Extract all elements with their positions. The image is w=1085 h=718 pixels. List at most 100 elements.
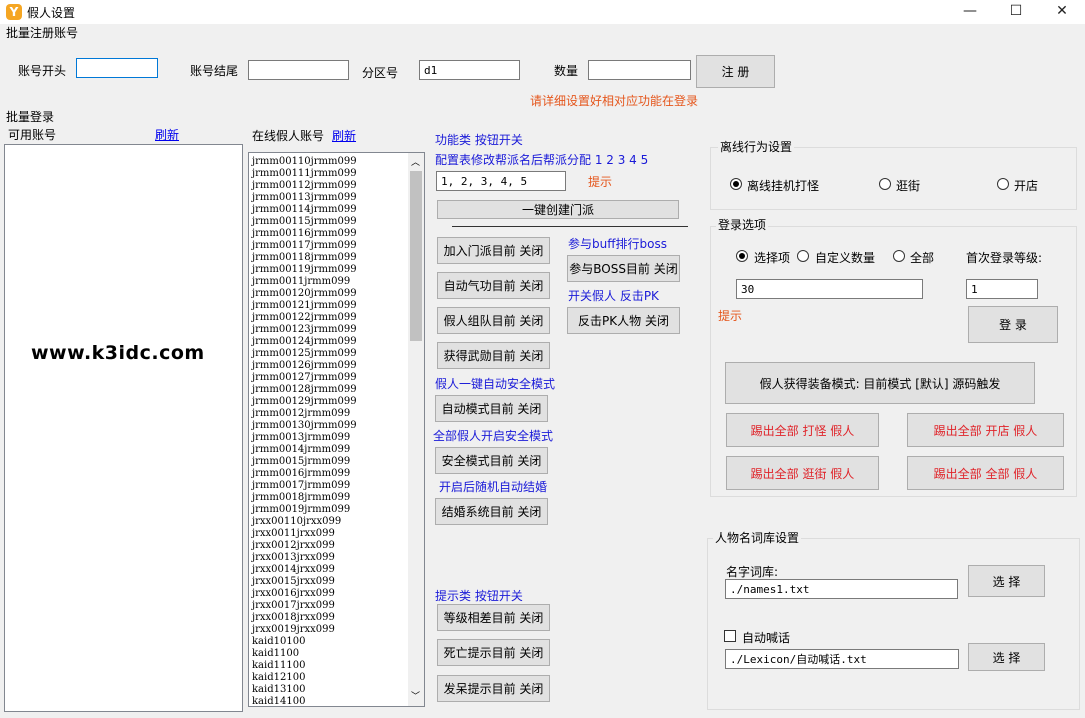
choose-shout-button[interactable]: 选 择: [968, 643, 1045, 671]
online-account-item[interactable]: jrmm00121jrmm099: [252, 300, 357, 312]
online-account-item[interactable]: jrmm00119jrmm099: [252, 264, 357, 276]
boss-button[interactable]: 参与BOSS目前 关闭: [567, 255, 680, 282]
online-account-item[interactable]: jrxx0013jrxx099: [252, 552, 357, 564]
config-input[interactable]: [436, 171, 566, 191]
online-account-item[interactable]: jrmm0015jrmm099: [252, 456, 357, 468]
online-account-item[interactable]: jrmm00129jrmm099: [252, 396, 357, 408]
team-button[interactable]: 假人组队目前 关闭: [437, 307, 550, 334]
death-tip-button[interactable]: 死亡提示目前 关闭: [437, 639, 550, 666]
online-account-item[interactable]: jrxx0017jrxx099: [252, 600, 357, 612]
online-account-item[interactable]: kaid10100: [252, 636, 357, 648]
count-input[interactable]: [588, 60, 691, 80]
online-account-item[interactable]: jrxx00110jrxx099: [252, 516, 357, 528]
available-refresh-link[interactable]: 刷新: [155, 126, 179, 143]
online-account-item[interactable]: jrmm00120jrmm099: [252, 288, 357, 300]
online-account-item[interactable]: jrmm00128jrmm099: [252, 384, 357, 396]
online-account-item[interactable]: jrmm00126jrmm099: [252, 360, 357, 372]
choose-name-lib-button[interactable]: 选 择: [968, 565, 1045, 597]
title-bar: [0, 0, 1085, 24]
online-account-item[interactable]: jrxx0016jrxx099: [252, 588, 357, 600]
suffix-input[interactable]: [248, 60, 349, 80]
online-account-item[interactable]: kaid13100: [252, 684, 357, 696]
online-account-item[interactable]: jrmm00111jrmm099: [252, 168, 357, 180]
online-account-item[interactable]: jrxx0019jrxx099: [252, 624, 357, 636]
online-account-item[interactable]: jrmm00123jrmm099: [252, 324, 357, 336]
online-account-item[interactable]: jrmm00116jrmm099: [252, 228, 357, 240]
available-accounts-list[interactable]: www.k3idc.com: [4, 144, 243, 712]
online-account-item[interactable]: jrmm0019jrmm099: [252, 504, 357, 516]
offline-option-walk: 逛街: [896, 179, 921, 193]
online-account-item[interactable]: jrxx0012jrxx099: [252, 540, 357, 552]
maximize-button[interactable]: ☐: [993, 0, 1039, 24]
online-account-item[interactable]: jrxx0015jrxx099: [252, 576, 357, 588]
merit-button[interactable]: 获得武勋目前 关闭: [437, 342, 550, 369]
login-radio-custom[interactable]: [797, 250, 809, 262]
online-account-item[interactable]: jrmm00122jrmm099: [252, 312, 357, 324]
online-account-item[interactable]: jrmm00124jrmm099: [252, 336, 357, 348]
safe-mode-button[interactable]: 安全模式目前 关闭: [435, 447, 548, 474]
online-account-item[interactable]: jrmm00118jrmm099: [252, 252, 357, 264]
minimize-button[interactable]: —: [947, 0, 993, 24]
scroll-down-icon[interactable]: ﹀: [411, 689, 420, 702]
online-account-item[interactable]: jrmm0011jrmm099: [252, 276, 357, 288]
online-account-item[interactable]: jrmm00125jrmm099: [252, 348, 357, 360]
login-button[interactable]: 登 录: [968, 306, 1058, 343]
online-account-item[interactable]: jrmm00130jrmm099: [252, 420, 357, 432]
online-account-item[interactable]: jrmm0013jrmm099: [252, 432, 357, 444]
offline-radio-monster[interactable]: [730, 178, 742, 190]
pk-button[interactable]: 反击PK人物 关闭: [567, 307, 680, 334]
create-sect-button[interactable]: 一键创建门派: [437, 200, 679, 219]
offline-radio-walk[interactable]: [879, 178, 891, 190]
online-accounts-list[interactable]: jrmm00110jrmm099 jrmm00111jrmm099 jrmm0011…: [248, 152, 425, 707]
login-count-input[interactable]: [736, 279, 923, 299]
online-account-item[interactable]: jrmm0012jrmm099: [252, 408, 357, 420]
online-account-item[interactable]: jrmm00117jrmm099: [252, 240, 357, 252]
kick-all-button[interactable]: 踢出全部 全部 假人: [907, 456, 1064, 490]
close-button[interactable]: ✕: [1039, 0, 1085, 24]
online-account-item[interactable]: jrmm0018jrmm099: [252, 492, 357, 504]
online-account-item[interactable]: jrmm00110jrmm099: [252, 156, 357, 168]
online-account-item[interactable]: jrmm00114jrmm099: [252, 204, 357, 216]
separator: [452, 226, 688, 227]
auto-shout-input[interactable]: [725, 649, 959, 669]
marry-button[interactable]: 结婚系统目前 关闭: [435, 498, 548, 525]
online-account-item[interactable]: jrxx0018jrxx099: [252, 612, 357, 624]
first-level-input[interactable]: [966, 279, 1038, 299]
prefix-input[interactable]: [76, 58, 158, 78]
online-account-item[interactable]: jrmm00112jrmm099: [252, 180, 357, 192]
online-account-item[interactable]: jrmm0016jrmm099: [252, 468, 357, 480]
online-account-item[interactable]: kaid1100: [252, 648, 357, 660]
kick-walk-button[interactable]: 踢出全部 逛街 假人: [726, 456, 879, 490]
online-account-item[interactable]: jrxx0014jrxx099: [252, 564, 357, 576]
online-account-item[interactable]: jrxx0011jrxx099: [252, 528, 357, 540]
idle-tip-button[interactable]: 发呆提示目前 关闭: [437, 675, 550, 702]
equip-mode-button[interactable]: 假人获得装备模式: 目前模式 [默认] 源码触发: [725, 362, 1035, 404]
auto-shout-checkbox[interactable]: [724, 630, 736, 642]
online-accounts-items: jrmm00110jrmm099 jrmm00111jrmm099 jrmm0011…: [252, 156, 357, 706]
scroll-thumb[interactable]: [410, 171, 422, 341]
offline-radio-shop[interactable]: [997, 178, 1009, 190]
auto-qigong-button[interactable]: 自动气功目前 关闭: [437, 272, 550, 299]
kick-monster-button[interactable]: 踢出全部 打怪 假人: [726, 413, 879, 447]
login-radio-all[interactable]: [893, 250, 905, 262]
online-account-item[interactable]: kaid11100: [252, 660, 357, 672]
zone-input[interactable]: [419, 60, 520, 80]
online-account-item[interactable]: jrmm00127jrmm099: [252, 372, 357, 384]
online-account-item[interactable]: jrmm0017jrmm099: [252, 480, 357, 492]
online-account-item[interactable]: jrmm00113jrmm099: [252, 192, 357, 204]
online-account-item[interactable]: kaid12100: [252, 672, 357, 684]
online-account-item[interactable]: jrmm00115jrmm099: [252, 216, 357, 228]
online-refresh-link[interactable]: 刷新: [332, 127, 356, 144]
scroll-up-icon[interactable]: ︿: [411, 155, 420, 168]
name-lib-input[interactable]: [725, 579, 958, 599]
login-radio-select[interactable]: [736, 250, 748, 262]
online-account-item[interactable]: jrmm0014jrmm099: [252, 444, 357, 456]
scrollbar[interactable]: ︿ ﹀: [408, 153, 424, 706]
kick-shop-button[interactable]: 踢出全部 开店 假人: [907, 413, 1064, 447]
auto-mode-button[interactable]: 自动模式目前 关闭: [435, 395, 548, 422]
window-title: 假人设置: [27, 6, 76, 20]
online-account-item[interactable]: kaid14100: [252, 696, 357, 706]
level-tip-button[interactable]: 等级相差目前 关闭: [437, 604, 550, 631]
register-button[interactable]: 注 册: [696, 55, 775, 88]
join-sect-button[interactable]: 加入门派目前 关闭: [437, 237, 550, 264]
